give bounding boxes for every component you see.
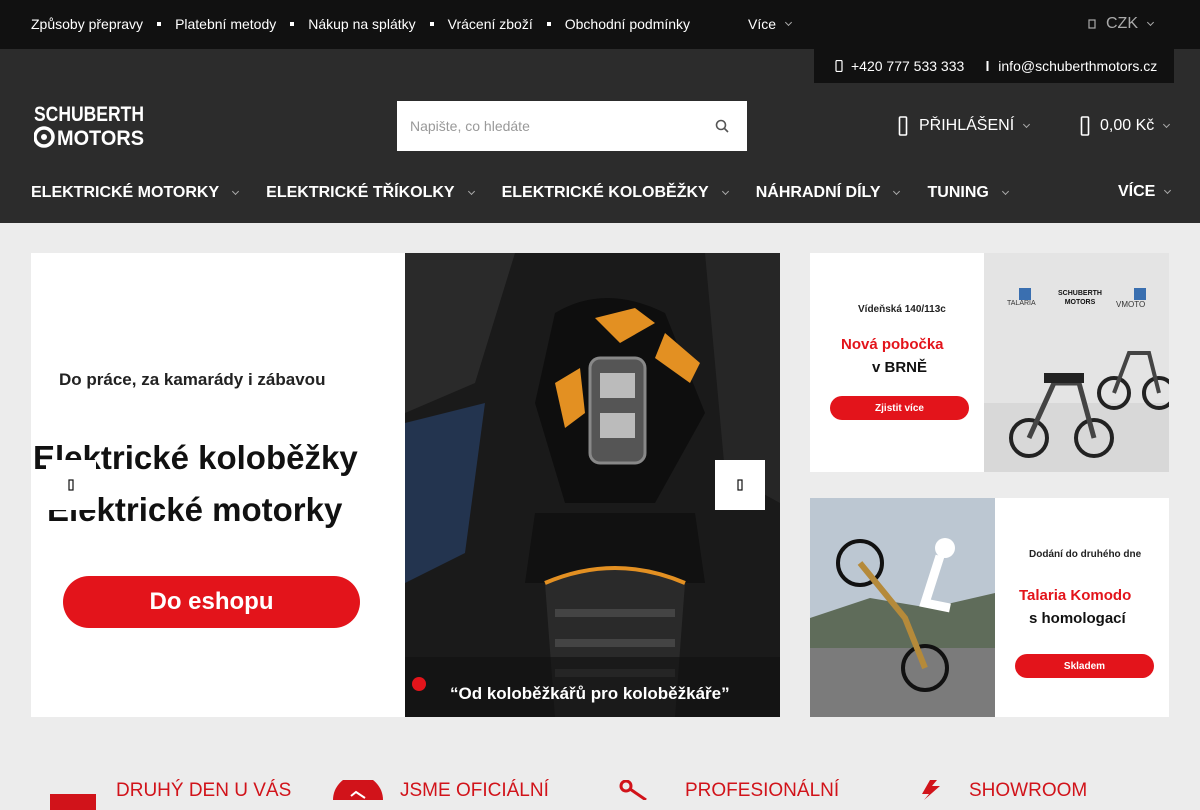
nav-item-scooters[interactable]: ELEKTRICKÉ KOLOBĚŽKY [501, 184, 729, 202]
nav-item-trikes[interactable]: ELEKTRICKÉ TŘÍKOLKY [266, 184, 475, 202]
nav-item-label: TUNING [927, 184, 989, 201]
hero-slider[interactable]: Do práce, za kamarády i zábavou Elektric… [31, 253, 780, 717]
slide-cta-button[interactable]: Do eshopu [63, 576, 360, 628]
slide-quote: “Od koloběžkářů pro koloběžkáře” [450, 684, 730, 703]
email-icon [986, 61, 989, 71]
email-link[interactable]: info@schuberthmotors.cz [985, 58, 1157, 74]
main-content: Do práce, za kamarády i zábavou Elektric… [0, 223, 1200, 810]
separator [290, 22, 295, 26]
chevron-right-icon [737, 479, 743, 491]
showroom-photo [984, 253, 1169, 472]
phone-link[interactable]: +420 777 533 333 [835, 58, 964, 74]
feature-official: JSME OFICIÁLNÍ [400, 780, 549, 801]
top-link-payment[interactable]: Platební metody [175, 16, 276, 32]
user-icon [898, 116, 908, 136]
chevron-down-icon [1164, 186, 1172, 195]
contact-box: +420 777 533 333 info@schuberthmotors.cz [814, 49, 1174, 83]
site-logo[interactable]: SCHUBERTH MOTORS [33, 99, 146, 153]
cart-total: 0,00 Kč [1100, 117, 1155, 134]
official-badge-icon [333, 780, 383, 800]
top-bar: Způsoby přepravy Platební metody Nákup n… [0, 0, 1200, 49]
search-input[interactable] [397, 118, 687, 134]
svg-text:SCHUBERTH: SCHUBERTH [34, 103, 144, 126]
delivery-truck-icon [50, 794, 96, 810]
phone-icon [835, 60, 843, 72]
email-address: info@schuberthmotors.cz [998, 58, 1158, 74]
nav-item-label: ELEKTRICKÉ TŘÍKOLKY [266, 184, 455, 201]
nav-more-menu[interactable]: VÍCE [1118, 183, 1172, 201]
banner-note: Dodání do druhého dne [1029, 549, 1142, 560]
top-link-returns[interactable]: Vrácení zboží [448, 16, 533, 32]
chevron-down-icon [232, 187, 240, 196]
chevron-down-icon [1163, 120, 1171, 129]
chevron-down-icon [784, 18, 793, 27]
banner-cta[interactable]: Zjistit více [830, 396, 969, 420]
chevron-down-icon [1146, 18, 1155, 27]
promo-banner-brno[interactable]: Vídeňská 140/113c Nová pobočka v BRNĚ Zj… [810, 253, 1169, 472]
feature-professional: PROFESIONÁLNÍ [685, 780, 840, 801]
nav-item-spare-parts[interactable]: NÁHRADNÍ DÍLY [755, 184, 901, 202]
chevron-down-icon [721, 187, 729, 196]
nav-item-label: ELEKTRICKÉ MOTORKY [31, 184, 220, 201]
main-nav: ELEKTRICKÉ MOTORKY ELEKTRICKÉ TŘÍKOLKY E… [31, 184, 1036, 202]
feature-showroom: SHOWROOM [969, 780, 1088, 801]
banner-address: Vídeňská 140/113c [858, 304, 946, 315]
login-label: PŘIHLÁŠENÍ [919, 117, 1015, 134]
header: +420 777 533 333 info@schuberthmotors.cz… [0, 49, 1200, 223]
cart-link[interactable]: 0,00 Kč [1080, 116, 1171, 136]
chevron-left-icon [68, 479, 74, 491]
chevron-down-icon [1001, 187, 1009, 196]
brand-schuberth: SCHUBERTH MOTORS [1058, 290, 1102, 306]
lightning-icon [922, 780, 940, 800]
banner-title-2: v BRNĚ [872, 359, 928, 376]
promo-banner-talaria[interactable]: Dodání do druhého dne Talaria Komodo s h… [810, 498, 1169, 717]
slide-tagline: Do práce, za kamarády i zábavou [59, 370, 326, 389]
slider-next-button[interactable] [715, 460, 765, 510]
login-link[interactable]: PŘIHLÁŠENÍ [898, 116, 1031, 136]
wrench-icon [619, 780, 647, 800]
top-links: Způsoby přepravy Platební metody Nákup n… [31, 16, 690, 32]
chevron-down-icon [1023, 120, 1031, 129]
svg-text:MOTORS: MOTORS [57, 127, 144, 150]
banner-title-2: s homologací [1029, 610, 1126, 627]
currency-selector[interactable]: CZK [1088, 15, 1155, 33]
feature-delivery: DRUHÝ DEN U VÁS [116, 780, 292, 801]
top-more-menu[interactable]: Více [748, 16, 793, 32]
slider-dot-2[interactable] [412, 677, 426, 691]
slider-dot-1[interactable] [383, 677, 397, 691]
nav-item-motorcycles[interactable]: ELEKTRICKÉ MOTORKY [31, 184, 240, 202]
separator [429, 22, 434, 26]
banner-title-1: Nová pobočka [841, 336, 944, 353]
nav-item-tuning[interactable]: TUNING [927, 184, 1009, 202]
search-box [397, 101, 747, 151]
phone-number: +420 777 533 333 [851, 58, 965, 74]
nav-item-label: ELEKTRICKÉ KOLOBĚŽKY [501, 184, 709, 201]
logo-mark: SCHUBERTH MOTORS [33, 103, 144, 150]
brand-talaria: TALARIA [1007, 300, 1036, 307]
top-link-shipping[interactable]: Způsoby přepravy [31, 16, 143, 32]
chevron-down-icon [467, 187, 475, 196]
banner-cta[interactable]: Skladem [1015, 654, 1154, 678]
currency-label: CZK [1106, 15, 1138, 32]
top-link-terms[interactable]: Obchodní podmínky [565, 16, 690, 32]
brand-vmoto: VMOTO [1116, 300, 1146, 309]
separator [546, 22, 551, 26]
cart-icon [1080, 116, 1090, 136]
banner-title-1: Talaria Komodo [1019, 587, 1132, 604]
top-more-label: Více [748, 16, 777, 32]
separator [157, 22, 162, 26]
nav-item-label: NÁHRADNÍ DÍLY [755, 184, 881, 201]
currency-icon [1088, 19, 1096, 29]
chevron-down-icon [893, 187, 901, 196]
nav-more-label: VÍCE [1118, 183, 1156, 200]
rider-photo [810, 498, 995, 717]
search-icon[interactable] [715, 119, 729, 133]
top-link-installments[interactable]: Nákup na splátky [308, 16, 415, 32]
slider-prev-button[interactable] [46, 460, 96, 510]
